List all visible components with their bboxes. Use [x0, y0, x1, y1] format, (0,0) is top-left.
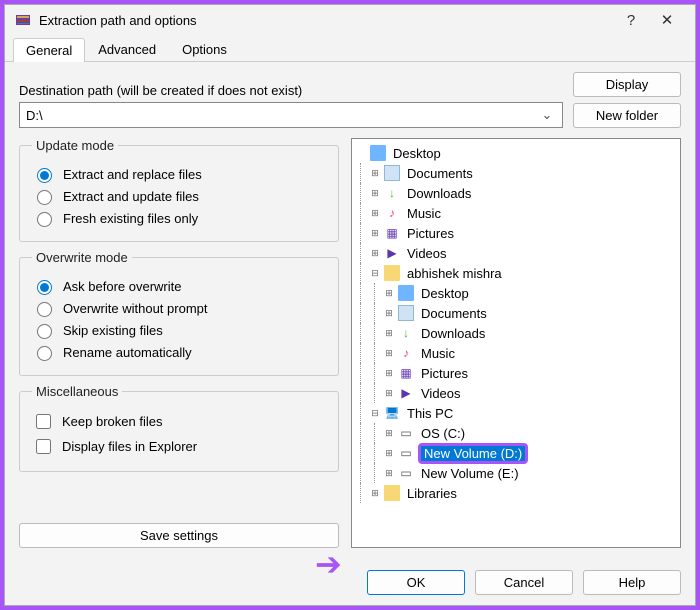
extraction-dialog: Extraction path and options ? ✕ General … — [4, 4, 696, 606]
dialog-footer: OK Cancel Help — [5, 560, 695, 605]
documents-icon — [384, 165, 400, 181]
music-icon: ♪ — [398, 345, 414, 361]
cancel-button[interactable]: Cancel — [475, 570, 573, 595]
tree-expand-icon[interactable]: ⊞ — [368, 228, 382, 239]
desktop-icon — [398, 285, 414, 301]
tree-expand-icon[interactable]: ⊞ — [382, 368, 396, 379]
tree-expand-icon[interactable]: ⊞ — [368, 248, 382, 259]
documents-icon — [398, 305, 414, 321]
videos-icon: ▶ — [398, 385, 414, 401]
chevron-down-icon[interactable]: ⌄ — [538, 107, 556, 123]
radio-ask-overwrite[interactable]: Ask before overwrite — [32, 277, 326, 295]
overwrite-mode-group: Overwrite mode Ask before overwrite Over… — [19, 250, 339, 376]
disk-icon: ▭ — [398, 465, 414, 481]
tree-expand-icon[interactable]: ⊞ — [368, 208, 382, 219]
folder-icon — [384, 265, 400, 281]
tree-node-libraries[interactable]: ⊞Libraries — [354, 483, 678, 503]
downloads-icon: ↓ — [398, 325, 414, 341]
save-settings-button[interactable]: Save settings — [19, 523, 339, 548]
tab-advanced[interactable]: Advanced — [85, 37, 169, 61]
update-mode-group: Update mode Extract and replace files Ex… — [19, 138, 339, 242]
destination-label: Destination path (will be created if doe… — [19, 83, 563, 98]
check-keep-broken[interactable]: Keep broken files — [32, 411, 326, 432]
misc-legend: Miscellaneous — [32, 384, 122, 399]
radio-extract-replace[interactable]: Extract and replace files — [32, 165, 326, 183]
tree-expand-icon[interactable]: ⊞ — [368, 488, 382, 499]
window-title: Extraction path and options — [39, 13, 613, 28]
tree-node-user-downloads[interactable]: ⊞↓Downloads — [354, 323, 678, 343]
tree-expand-icon[interactable]: ⊞ — [382, 328, 396, 339]
disk-icon: ▭ — [398, 425, 414, 441]
libraries-icon — [384, 485, 400, 501]
tree-node-newvol-d[interactable]: ⊞▭New Volume (D:) — [354, 443, 678, 463]
pictures-icon: ▦ — [384, 225, 400, 241]
display-button[interactable]: Display — [573, 72, 681, 97]
tree-node-newvol-e[interactable]: ⊞▭New Volume (E:) — [354, 463, 678, 483]
check-display-explorer[interactable]: Display files in Explorer — [32, 436, 326, 457]
destination-path-value: D:\ — [26, 108, 538, 123]
radio-fresh-only[interactable]: Fresh existing files only — [32, 209, 326, 227]
update-mode-legend: Update mode — [32, 138, 118, 153]
tree-expand-icon[interactable]: ⊞ — [382, 288, 396, 299]
tree-node-user[interactable]: ⊟abhishek mishra — [354, 263, 678, 283]
downloads-icon: ↓ — [384, 185, 400, 201]
tree-node-user-music[interactable]: ⊞♪Music — [354, 343, 678, 363]
tree-expand-icon[interactable]: ⊞ — [382, 448, 396, 459]
tree-node-music[interactable]: ⊞♪Music — [354, 203, 678, 223]
new-folder-button[interactable]: New folder — [573, 103, 681, 128]
tree-node-user-pictures[interactable]: ⊞▦Pictures — [354, 363, 678, 383]
tree-expand-icon[interactable]: ⊞ — [368, 168, 382, 179]
radio-skip-existing[interactable]: Skip existing files — [32, 321, 326, 339]
folder-tree[interactable]: Desktop ⊞Documents ⊞↓Downloads ⊞♪Music ⊞… — [351, 138, 681, 548]
tree-node-os-c[interactable]: ⊞▭OS (C:) — [354, 423, 678, 443]
misc-group: Miscellaneous Keep broken files Display … — [19, 384, 339, 472]
destination-path-combo[interactable]: D:\ ⌄ — [19, 102, 563, 128]
pc-icon: 🖥 — [384, 405, 400, 421]
overwrite-mode-legend: Overwrite mode — [32, 250, 132, 265]
help-button-footer[interactable]: Help — [583, 570, 681, 595]
ok-button[interactable]: OK — [367, 570, 465, 595]
pictures-icon: ▦ — [398, 365, 414, 381]
tab-options[interactable]: Options — [169, 37, 240, 61]
tree-node-user-documents[interactable]: ⊞Documents — [354, 303, 678, 323]
tree-node-pictures[interactable]: ⊞▦Pictures — [354, 223, 678, 243]
tree-node-user-desktop[interactable]: ⊞Desktop — [354, 283, 678, 303]
tree-node-user-videos[interactable]: ⊞▶Videos — [354, 383, 678, 403]
tree-expand-icon[interactable]: ⊞ — [382, 308, 396, 319]
desktop-icon — [370, 145, 386, 161]
tree-expand-icon[interactable]: ⊞ — [382, 428, 396, 439]
music-icon: ♪ — [384, 205, 400, 221]
tab-general[interactable]: General — [13, 38, 85, 62]
highlight-annotation: New Volume (D:) — [418, 443, 528, 464]
videos-icon: ▶ — [384, 245, 400, 261]
radio-rename-auto[interactable]: Rename automatically — [32, 343, 326, 361]
tree-node-documents[interactable]: ⊞Documents — [354, 163, 678, 183]
tree-expand-icon[interactable]: ⊟ — [368, 408, 382, 419]
tree-node-downloads[interactable]: ⊞↓Downloads — [354, 183, 678, 203]
close-button[interactable]: ✕ — [649, 11, 685, 29]
tree-node-thispc[interactable]: ⊟🖥This PC — [354, 403, 678, 423]
tree-expand-icon[interactable]: ⊞ — [382, 388, 396, 399]
winrar-icon — [15, 12, 31, 28]
radio-overwrite-noprompt[interactable]: Overwrite without prompt — [32, 299, 326, 317]
tree-expand-icon[interactable]: ⊞ — [382, 348, 396, 359]
tree-node-desktop[interactable]: Desktop — [354, 143, 678, 163]
tree-expand-icon[interactable]: ⊟ — [368, 268, 382, 279]
disk-icon: ▭ — [398, 445, 414, 461]
tree-node-videos[interactable]: ⊞▶Videos — [354, 243, 678, 263]
dialog-body: Destination path (will be created if doe… — [5, 62, 695, 560]
radio-extract-update[interactable]: Extract and update files — [32, 187, 326, 205]
tree-expand-icon[interactable]: ⊞ — [382, 468, 396, 479]
tree-expand-icon[interactable]: ⊞ — [368, 188, 382, 199]
help-button[interactable]: ? — [613, 12, 649, 29]
titlebar: Extraction path and options ? ✕ — [5, 5, 695, 35]
tab-strip: General Advanced Options — [5, 35, 695, 62]
